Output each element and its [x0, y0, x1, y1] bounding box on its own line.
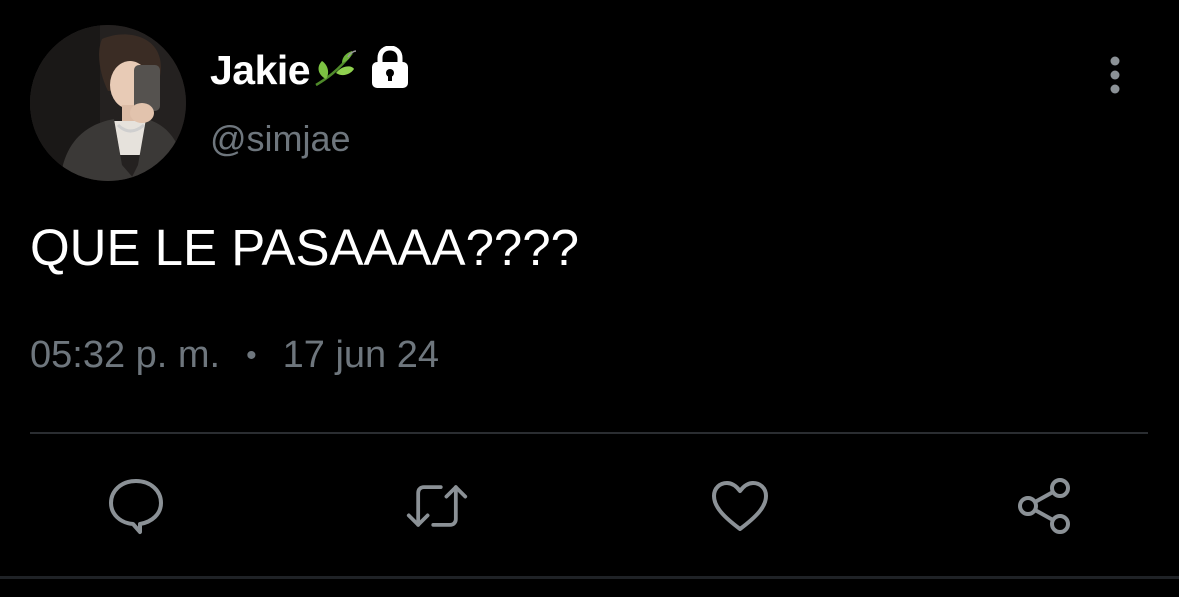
like-button[interactable] — [708, 474, 772, 538]
tweet-metadata: 05:32 p. m. • 17 jun 24 — [30, 334, 439, 377]
retweet-button[interactable] — [405, 474, 469, 538]
username-handle[interactable]: @simjae — [210, 118, 351, 160]
share-button[interactable] — [1012, 474, 1076, 538]
more-options-button[interactable] — [1100, 52, 1130, 98]
avatar-image — [30, 25, 186, 181]
more-vertical-icon — [1110, 56, 1120, 94]
reply-button[interactable] — [104, 474, 168, 538]
display-name[interactable]: Jakie — [210, 47, 311, 94]
divider — [30, 432, 1148, 434]
display-name-row: Jakie — [210, 44, 410, 96]
bottom-divider — [0, 576, 1179, 579]
tweet-time: 05:32 p. m. — [30, 334, 221, 376]
tweet-date: 17 jun 24 — [282, 334, 440, 376]
retweet-icon — [406, 485, 468, 527]
reply-icon — [109, 479, 163, 534]
tweet-card: Jakie @simjae QUE LE PASAAAA???? 05:32 p… — [0, 0, 1179, 597]
meta-separator: • — [246, 338, 257, 372]
tweet-text: QUE LE PASAAAA???? — [30, 219, 580, 276]
heart-icon — [712, 481, 768, 531]
lock-icon — [370, 44, 410, 93]
leaf-icon — [312, 49, 357, 94]
avatar[interactable] — [30, 25, 186, 181]
share-icon — [1018, 478, 1070, 534]
